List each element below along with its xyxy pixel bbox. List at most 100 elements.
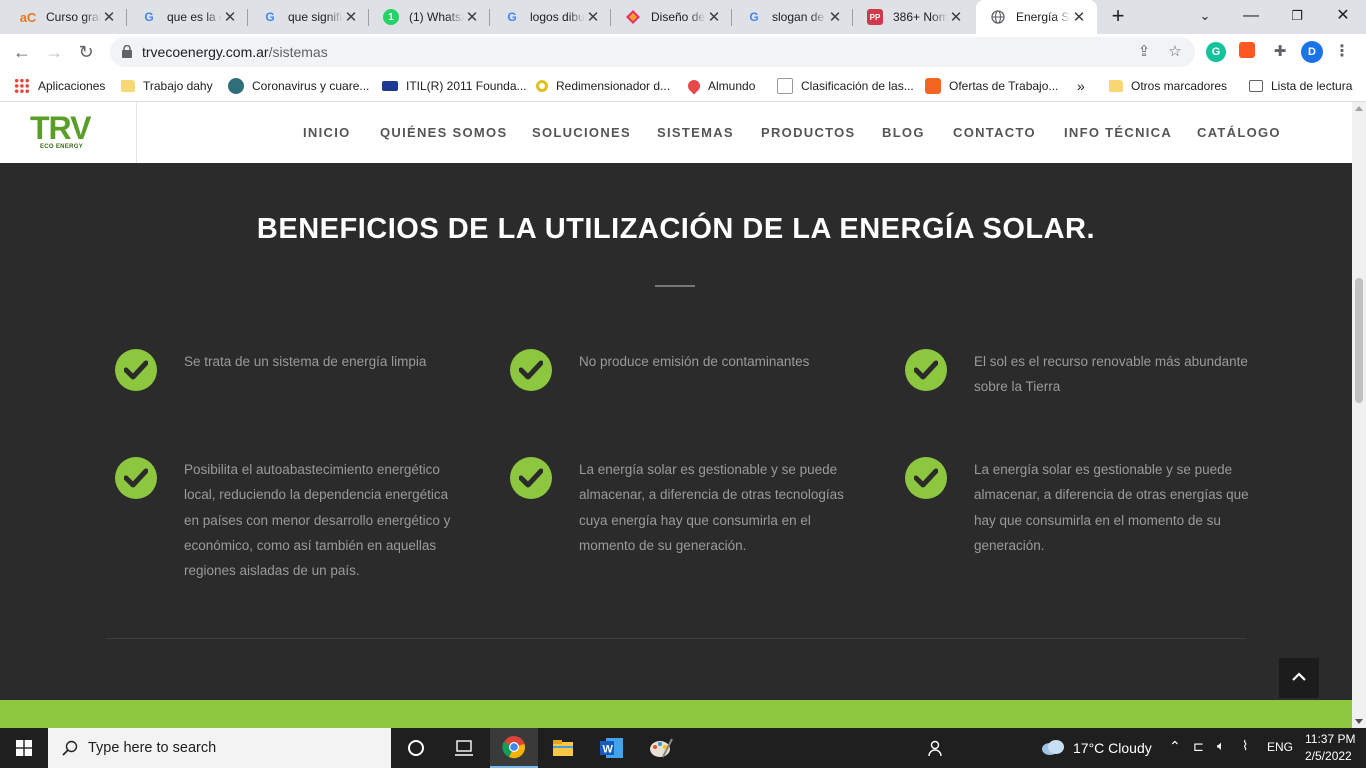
check-icon [905,349,947,391]
itil-icon [382,81,398,91]
google-icon: G [265,10,275,24]
nav-catalogo[interactable]: CATÁLOGO [1197,125,1281,140]
taskbar-search-box[interactable]: Type here to search [48,728,391,768]
forward-icon[interactable]: → [40,38,68,66]
nav-inicio[interactable]: INICIO [303,125,351,140]
nav-quienes-somos[interactable]: QUIÉNES SOMOS [380,125,507,140]
browser-toolbar: ← → ↻ trvecoenergy.com.ar/sistemas ⇪ ☆ G… [0,34,1366,70]
nav-productos[interactable]: PRODUCTOS [761,125,856,140]
reading-list[interactable]: Lista de lectura [1249,76,1352,96]
browser-tab[interactable]: aC Curso gratis ✕ [6,0,127,34]
nav-contacto[interactable]: CONTACTO [953,125,1036,140]
people-icon[interactable] [917,728,957,768]
check-icon [510,349,552,391]
benefit-text: El sol es el recurso renovable más abund… [974,354,1248,395]
google-icon: G [507,10,517,24]
weather-text[interactable]: 17°C Cloudy [1073,740,1152,756]
close-tab-icon[interactable]: ✕ [101,8,117,26]
bookmark-item[interactable]: Redimensionador d... [536,76,670,96]
benefit-text: La energía solar es gestionable y se pue… [974,462,1249,553]
back-icon[interactable]: ← [8,38,36,66]
heading-divider [655,285,695,287]
bookmark-star-icon[interactable]: ☆ [1166,43,1184,61]
wifi-icon[interactable]: ⌇ [1242,738,1248,754]
volume-icon[interactable]: 🔈︎ [1217,738,1225,754]
nav-sistemas[interactable]: SISTEMAS [657,125,734,140]
chrome-taskbar-icon[interactable] [490,728,538,768]
close-tab-icon[interactable]: ✕ [343,8,359,26]
other-bookmarks[interactable]: Otros marcadores [1109,76,1227,96]
reload-icon[interactable]: ↻ [72,38,100,66]
browser-tab[interactable]: G slogan de ✕ [732,0,853,34]
site-icon [228,78,244,94]
canva-icon [625,9,641,25]
close-tab-icon[interactable]: ✕ [706,8,722,26]
browser-tab[interactable]: Diseño de ✕ [611,0,732,34]
ac-icon: aC [19,9,37,25]
scroll-to-top-button[interactable] [1279,658,1319,698]
browser-tab[interactable]: 1 (1) WhatsApp ✕ [369,0,490,34]
scrollbar-thumb[interactable] [1355,278,1363,403]
extension-icon[interactable] [1239,42,1255,58]
profile-avatar[interactable]: D [1301,41,1323,63]
browser-tab[interactable]: G que signific ✕ [248,0,369,34]
page-scrollbar[interactable] [1352,102,1366,728]
bookmark-item[interactable]: Clasificación de las... [777,76,914,96]
menu-kebab-icon[interactable]: ⋮ [1332,42,1352,62]
bookmark-item[interactable]: Almundo [685,76,755,96]
browser-tab[interactable]: G que es la e ✕ [127,0,248,34]
bookmark-folder[interactable]: Trabajo dahy [121,76,213,96]
restore-icon[interactable]: ❐ [1274,0,1320,34]
windows-start-button[interactable] [0,728,48,768]
globe-icon [990,9,1006,25]
file-explorer-icon[interactable] [539,728,587,768]
browser-tab[interactable]: G logos dibuj ✕ [490,0,611,34]
location-pin-icon [685,77,703,95]
close-window-icon[interactable]: ✕ [1320,0,1366,34]
network-icon[interactable]: ⊏ [1193,739,1204,755]
bookmark-item[interactable]: ITIL(R) 2011 Founda... [382,76,527,96]
grammarly-icon[interactable]: G [1206,42,1226,62]
bookmark-item[interactable]: Ofertas de Trabajo... [925,76,1058,96]
benefit-text: No produce emisión de contaminantes [579,354,810,369]
bookmark-apps[interactable]: Aplicaciones [14,76,105,96]
google-icon: G [749,10,759,24]
paint-icon[interactable] [637,728,685,768]
scroll-up-icon[interactable] [1355,106,1363,111]
benefit-text: Posibilita el autoabastecimiento energét… [184,462,451,579]
tab-search-icon[interactable]: ⌄ [1182,0,1228,34]
close-tab-icon[interactable]: ✕ [464,8,480,26]
nav-info-tecnica[interactable]: INFO TÉCNICA [1064,125,1172,140]
lock-icon [122,45,132,58]
browser-tab-strip: aC Curso gratis ✕ G que es la e ✕ G que … [0,0,1366,34]
browser-tab[interactable]: PP 386+ Nomb ✕ [853,0,974,34]
minimize-icon[interactable]: — [1228,0,1274,34]
clock-time[interactable]: 11:37 PM [1305,732,1355,746]
site-logo[interactable]: TRV ECO ENERGY [0,102,137,163]
address-bar[interactable]: trvecoenergy.com.ar/sistemas ⇪ ☆ [110,37,1195,67]
close-tab-icon[interactable]: ✕ [948,8,964,26]
cortana-icon[interactable] [392,728,440,768]
chevron-up-tray-icon[interactable]: ⌃ [1169,738,1181,755]
windows-taskbar: Type here to search W 17°C Cloudy ⌃ ⊏ 🔈︎… [0,728,1366,768]
bookmarks-overflow-icon[interactable]: » [1077,76,1085,96]
browser-tab-active[interactable]: Energía Sol ✕ [976,0,1097,34]
nav-soluciones[interactable]: SOLUCIONES [532,125,631,140]
section-divider [106,638,1246,639]
nav-blog[interactable]: BLOG [882,125,925,140]
task-view-icon[interactable] [440,728,488,768]
share-icon[interactable]: ⇪ [1135,43,1153,61]
language-indicator[interactable]: ENG [1267,740,1293,754]
word-icon[interactable]: W [588,728,636,768]
new-tab-icon[interactable]: + [1104,4,1132,30]
clock-date[interactable]: 2/5/2022 [1305,749,1352,763]
close-tab-icon[interactable]: ✕ [585,8,601,26]
close-tab-icon[interactable]: ✕ [222,8,238,26]
bookmark-item[interactable]: Coronavirus y cuare... [228,76,369,96]
puzzle-extensions-icon[interactable]: ✚ [1270,42,1290,62]
scroll-down-icon[interactable] [1355,719,1363,724]
section-heading: BENEFICIOS DE LA UTILIZACIÓN DE LA ENERG… [256,213,1096,245]
close-tab-icon[interactable]: ✕ [1071,8,1087,26]
benefit-text: Se trata de un sistema de energía limpia [184,354,427,369]
close-tab-icon[interactable]: ✕ [827,8,843,26]
